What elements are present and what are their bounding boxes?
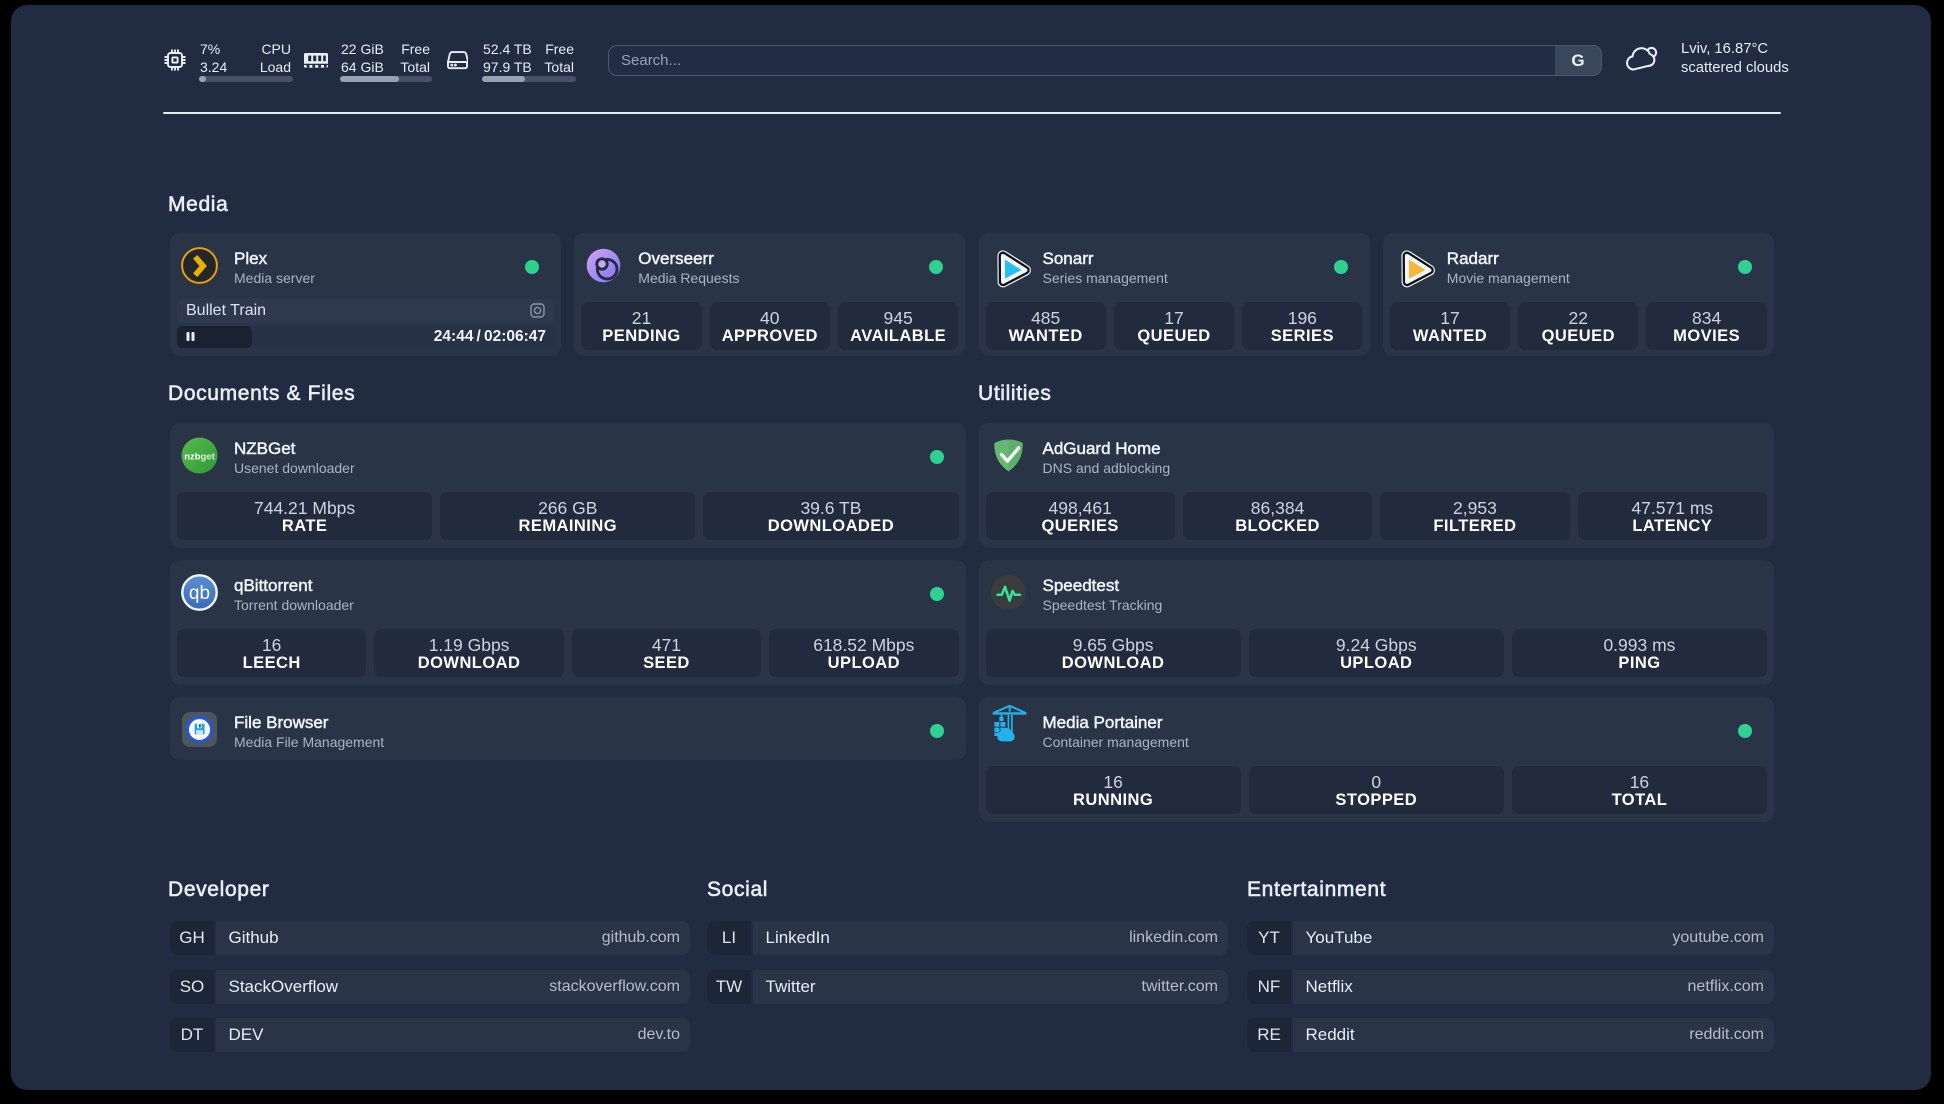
svg-text:qb: qb [189, 583, 210, 604]
svg-text:nzbget: nzbget [184, 452, 215, 463]
